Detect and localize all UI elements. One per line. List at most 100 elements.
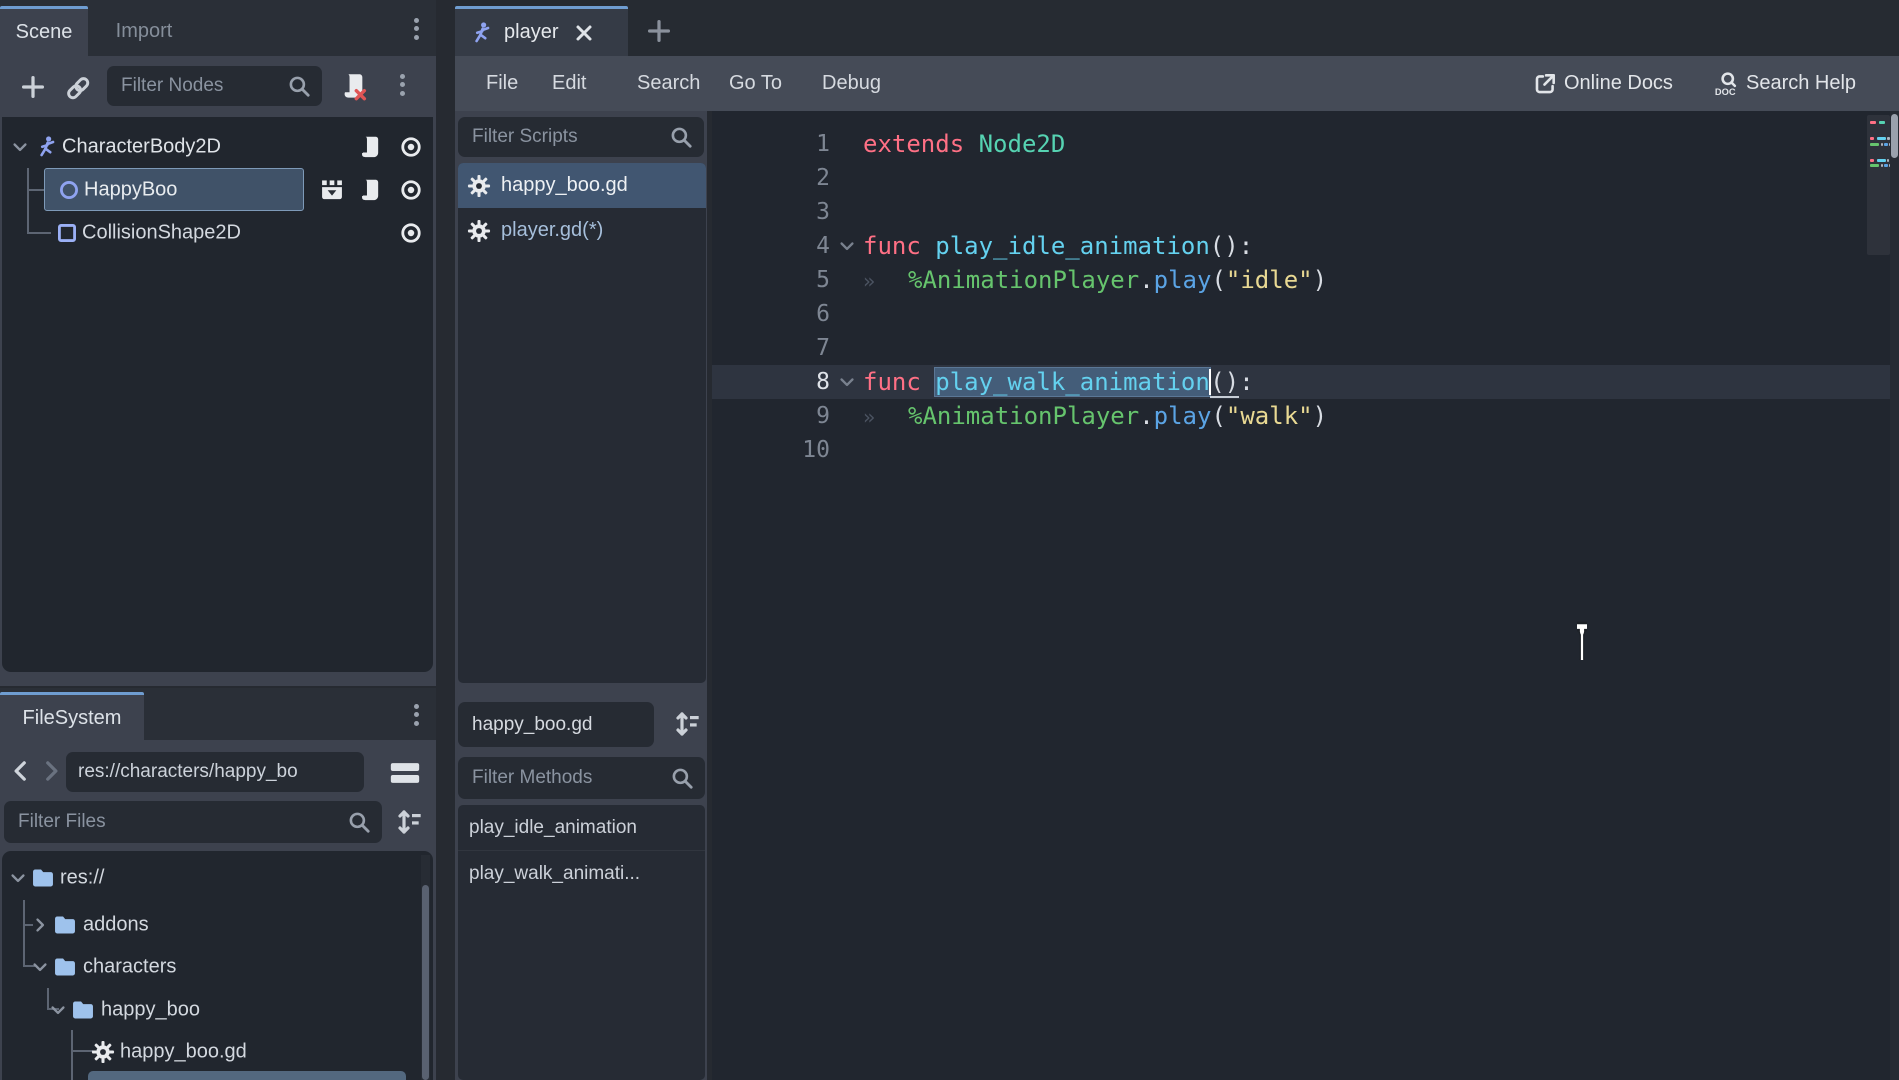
method-item-play_walk_animati[interactable]: play_walk_animati...	[458, 850, 705, 896]
code-line-3[interactable]: 3	[712, 195, 1899, 229]
code-line-8[interactable]: 8 func play_walk_animation():	[712, 365, 1899, 399]
fold-arrow-icon[interactable]	[837, 372, 857, 392]
svg-text:DOC: DOC	[1715, 87, 1736, 97]
line-number: 6	[816, 301, 830, 327]
search-icon	[668, 124, 694, 150]
fs-item-label: happy_boo	[101, 998, 200, 1021]
fs-item-label: addons	[83, 913, 149, 936]
code-line-5[interactable]: 5» %AnimationPlayer.play("idle")	[712, 263, 1899, 297]
expand-arrow-icon[interactable]	[30, 957, 50, 977]
filter-methods-input[interactable]: Filter Methods	[458, 757, 705, 799]
visibility-eye-icon[interactable]	[398, 134, 424, 160]
godot-editor-window: Scene Import Filter Nodes CharacterBody2…	[0, 0, 1899, 1080]
expand-arrow-icon[interactable]	[48, 1000, 68, 1020]
fs-item-label: res://	[60, 866, 105, 889]
search-help-button[interactable]: DOC Search Help	[1712, 56, 1856, 111]
method-sort-icon[interactable]	[670, 708, 702, 740]
scene-node-label: CharacterBody2D	[62, 135, 221, 158]
script-item-label: player.gd(*)	[501, 219, 604, 241]
attached-script-icon[interactable]	[356, 133, 384, 161]
add-node-icon[interactable]	[18, 72, 48, 102]
folder-icon	[52, 954, 78, 980]
filter-nodes-placeholder: Filter Nodes	[121, 75, 224, 96]
line-number: 8	[816, 369, 830, 395]
scene-node-happyboo[interactable]: HappyBoo	[2, 169, 433, 211]
search-help-icon: DOC	[1712, 70, 1740, 98]
node-circle-icon	[56, 177, 82, 203]
filter-scripts-input[interactable]: Filter Scripts	[458, 117, 704, 157]
clear-script-icon[interactable]	[337, 70, 369, 102]
expand-arrow-icon[interactable]	[10, 137, 30, 157]
filter-nodes-input[interactable]: Filter Nodes	[107, 66, 322, 106]
scene-dock-menu-icon[interactable]	[414, 14, 419, 43]
code-editor[interactable]: 1 extends Node2D 2 3 4 func play_idle_animati…	[712, 111, 1899, 1080]
menu-edit[interactable]: Edit	[552, 56, 586, 111]
visibility-eye-icon[interactable]	[398, 177, 424, 203]
fs-item-label: characters	[83, 955, 177, 978]
filter-files-input[interactable]: Filter Files	[4, 801, 382, 843]
filesystem-dock-menu-icon[interactable]	[414, 700, 419, 729]
tab-indent-marker: »	[863, 269, 876, 293]
menu-file[interactable]: File	[486, 56, 518, 111]
fs-item-happy_boogd[interactable]: happy_boo.gd	[2, 1031, 433, 1073]
scene-tree[interactable]: CharacterBody2D HappyBoo CollisionShape2D	[2, 117, 433, 672]
close-tab-icon[interactable]	[572, 21, 596, 45]
expand-arrow-icon[interactable]	[8, 868, 28, 888]
filter-files-placeholder: Filter Files	[18, 811, 106, 832]
script-item-playergd[interactable]: player.gd(*)	[458, 208, 706, 253]
fs-item-happy_boo[interactable]: happy_boo	[2, 989, 433, 1031]
toggle-split-mode-icon[interactable]	[386, 756, 424, 790]
gdscript-file-icon	[466, 218, 492, 244]
tab-filesystem[interactable]: FileSystem	[0, 692, 144, 742]
collision-square-icon	[54, 220, 80, 246]
method-item-play_idle_animation[interactable]: play_idle_animation	[458, 805, 705, 850]
code-line-4[interactable]: 4 func play_idle_animation():	[712, 229, 1899, 263]
scene-tab-player[interactable]: player	[455, 6, 628, 56]
visibility-eye-icon[interactable]	[398, 220, 424, 246]
scene-node-collisionshape2d[interactable]: CollisionShape2D	[2, 212, 433, 254]
menu-debug[interactable]: Debug	[822, 56, 881, 111]
fold-arrow-icon[interactable]	[837, 236, 857, 256]
script-item-happy_boogd[interactable]: happy_boo.gd	[458, 163, 706, 208]
menu-go-to[interactable]: Go To	[729, 56, 782, 111]
collapse-arrow-icon[interactable]	[30, 915, 50, 935]
tab-scene[interactable]: Scene	[0, 6, 88, 56]
code-line-10[interactable]: 10	[712, 433, 1899, 467]
filesystem-path-field[interactable]: res://characters/happy_bo	[66, 752, 364, 792]
new-scene-tab-icon[interactable]	[644, 16, 674, 46]
code-minimap[interactable]	[1867, 115, 1898, 255]
code-line-9[interactable]: 9» %AnimationPlayer.play("walk")	[712, 399, 1899, 433]
search-icon	[669, 765, 695, 791]
code-line-7[interactable]: 7	[712, 331, 1899, 365]
script-list[interactable]: happy_boo.gd player.gd(*)	[458, 163, 706, 683]
method-list[interactable]: play_idle_animation play_walk_animati...	[458, 805, 705, 1080]
scene-node-label: CollisionShape2D	[82, 221, 241, 244]
history-back-icon[interactable]	[8, 758, 34, 784]
file-sort-icon[interactable]	[392, 806, 424, 838]
folder-icon	[70, 997, 96, 1023]
line-number: 1	[816, 131, 830, 157]
script-item-label: happy_boo.gd	[501, 174, 628, 196]
fs-item-characters[interactable]: characters	[2, 946, 433, 988]
filesystem-tree[interactable]: res:// addons characters happy_boo happy_boo…	[2, 851, 433, 1080]
tab-import[interactable]: Import	[88, 6, 200, 56]
character-body2d-icon	[34, 134, 60, 160]
code-vscrollbar[interactable]	[1890, 111, 1899, 1080]
code-line-1[interactable]: 1 extends Node2D	[712, 127, 1899, 161]
open-scene-clapper-icon[interactable]	[318, 176, 346, 204]
attached-script-icon[interactable]	[356, 176, 384, 204]
line-number: 10	[802, 437, 830, 463]
menu-search[interactable]: Search	[637, 56, 700, 111]
fs-item-addons[interactable]: addons	[2, 904, 433, 946]
scene-toolbar-menu-icon[interactable]	[400, 70, 405, 99]
fs-item-res[interactable]: res://	[2, 857, 433, 899]
code-line-6[interactable]: 6	[712, 297, 1899, 331]
methods-header-box[interactable]: happy_boo.gd	[458, 702, 654, 747]
line-number: 4	[816, 233, 830, 259]
code-line-2[interactable]: 2	[712, 161, 1899, 195]
instantiate-scene-icon[interactable]	[62, 72, 94, 104]
filter-methods-placeholder: Filter Methods	[472, 767, 593, 788]
scene-node-characterbody2d[interactable]: CharacterBody2D	[2, 126, 433, 168]
history-forward-icon[interactable]	[38, 758, 64, 784]
online-docs-button[interactable]: Online Docs	[1532, 56, 1673, 111]
